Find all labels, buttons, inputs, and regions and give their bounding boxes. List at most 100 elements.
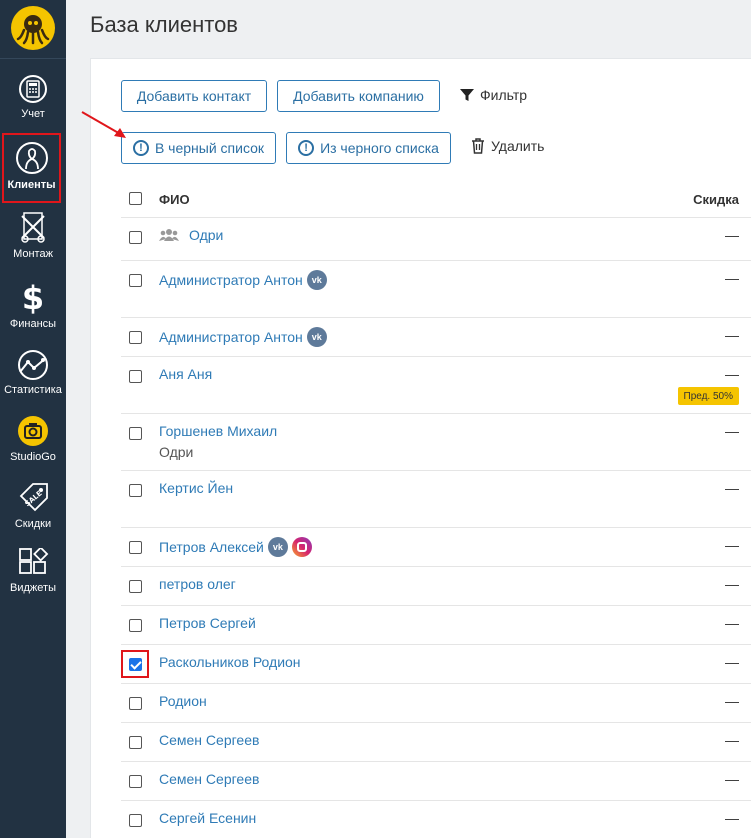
- sidebar-item-label: Виджеты: [10, 582, 56, 594]
- octopus-logo-icon[interactable]: [11, 6, 55, 50]
- row-checkbox[interactable]: [129, 814, 142, 827]
- client-name-link[interactable]: Петров Алексей vk: [159, 537, 312, 557]
- discount-value: —: [725, 810, 739, 826]
- table-row[interactable]: петров олег —: [121, 567, 751, 606]
- sidebar-item-label: Скидки: [14, 518, 52, 530]
- delete-button[interactable]: Удалить: [471, 138, 544, 154]
- row-checkbox[interactable]: [129, 736, 142, 749]
- row-checkbox[interactable]: [129, 274, 142, 287]
- row-checkbox[interactable]: [129, 775, 142, 788]
- sidebar-item-label: Финансы: [9, 318, 57, 330]
- row-checkbox[interactable]: [129, 580, 142, 593]
- discount-value: —: [725, 227, 739, 243]
- table-row[interactable]: Семен Сергеев —: [121, 762, 751, 801]
- sidebar-item-label: Клиенты: [7, 179, 56, 191]
- row-checkbox[interactable]: [129, 484, 142, 497]
- sidebar-item-widgets[interactable]: Виджеты: [0, 548, 66, 594]
- table-header: ФИО Скидка: [121, 182, 751, 218]
- row-checkbox[interactable]: [129, 427, 142, 440]
- table-row[interactable]: Одри —: [121, 218, 751, 261]
- sale-tag-icon: SALE: [19, 483, 48, 512]
- client-name: Аня Аня: [159, 366, 213, 382]
- client-name-link[interactable]: Семен Сергеев: [159, 732, 259, 748]
- discount-value: —: [725, 537, 739, 553]
- vk-icon[interactable]: vk: [306, 327, 327, 347]
- sidebar-item-montage[interactable]: Монтаж: [0, 210, 66, 260]
- client-name-link[interactable]: Одри: [159, 227, 223, 243]
- sidebar: Учет Клиенты Монтаж $ Финансы Статистика…: [0, 0, 66, 838]
- row-checkbox[interactable]: [129, 331, 142, 344]
- table-row[interactable]: Аня Аня — Пред. 50%: [121, 357, 751, 414]
- client-icon: [15, 142, 48, 174]
- table-row[interactable]: Горшенев Михаил Одри —: [121, 414, 751, 471]
- instagram-icon[interactable]: [291, 537, 312, 557]
- sidebar-divider: [0, 58, 66, 59]
- filter-label: Фильтр: [480, 87, 528, 103]
- client-name-link[interactable]: Раскольников Родион: [159, 654, 301, 670]
- discount-value: —: [725, 423, 739, 439]
- sidebar-item-discounts[interactable]: SALE Скидки: [0, 482, 66, 530]
- table-row[interactable]: Администратор Антон vk —: [121, 261, 751, 318]
- filter-button[interactable]: Фильтр: [460, 87, 527, 103]
- table-row[interactable]: Семен Сергеев —: [121, 723, 751, 762]
- sidebar-item-accounting[interactable]: Учет: [0, 74, 66, 120]
- add-contact-button[interactable]: Добавить контакт: [121, 80, 267, 112]
- row-checkbox[interactable]: [129, 697, 142, 710]
- group-icon: [159, 229, 179, 241]
- table-row[interactable]: Петров Алексей vk —: [121, 528, 751, 567]
- sidebar-item-finance[interactable]: $ Финансы: [0, 280, 66, 330]
- discount-value: —: [725, 366, 739, 382]
- client-name-link[interactable]: Администратор Антон vk: [159, 270, 327, 290]
- select-all-checkbox[interactable]: [129, 192, 142, 205]
- sidebar-item-studiogo[interactable]: StudioGo: [0, 415, 66, 463]
- client-name-link[interactable]: Петров Сергей: [159, 615, 256, 631]
- row-checkbox[interactable]: [129, 231, 142, 244]
- client-name: Родион: [159, 693, 207, 709]
- vk-icon[interactable]: vk: [267, 537, 288, 557]
- delete-label: Удалить: [491, 138, 545, 154]
- discount-value: —: [725, 732, 739, 748]
- row-checkbox[interactable]: [129, 370, 142, 383]
- table-row[interactable]: Родион —: [121, 684, 751, 723]
- client-name-link[interactable]: Аня Аня: [159, 366, 212, 382]
- table-row[interactable]: Петров Сергей —: [121, 606, 751, 645]
- sidebar-item-clients[interactable]: Клиенты: [2, 133, 61, 203]
- client-name-link[interactable]: Администратор Антон vk: [159, 327, 327, 347]
- column-header-discount: Скидка: [693, 192, 739, 207]
- sidebar-item-statistics[interactable]: Статистика: [0, 350, 66, 396]
- trash-icon: [472, 138, 484, 154]
- discount-value: —: [725, 576, 739, 592]
- to-blacklist-button[interactable]: ! В черный список: [121, 132, 276, 164]
- client-name: Горшенев Михаил: [159, 423, 278, 439]
- table-row[interactable]: Кертис Йен —: [121, 471, 751, 528]
- add-company-button[interactable]: Добавить компанию: [277, 80, 440, 112]
- client-name: Кертис Йен: [159, 480, 234, 496]
- table-row[interactable]: Сергей Есенин —: [121, 801, 751, 838]
- table-row[interactable]: Администратор Антон vk —: [121, 318, 751, 357]
- widgets-icon: [19, 548, 49, 574]
- client-name-link[interactable]: Родион: [159, 693, 207, 709]
- row-checkbox[interactable]: [129, 541, 142, 554]
- alert-circle-icon: !: [298, 140, 315, 156]
- discount-value: —: [725, 654, 739, 670]
- svg-text:$: $: [22, 280, 44, 314]
- annotation-arrow-icon: [81, 111, 126, 138]
- row-checkbox[interactable]: [129, 619, 142, 632]
- client-name: Петров Сергей: [159, 615, 256, 631]
- checkbox-highlight: [121, 650, 149, 678]
- discount-badge: Пред. 50%: [677, 387, 739, 405]
- table-row[interactable]: Раскольников Родион —: [121, 645, 751, 684]
- client-name-link[interactable]: Семен Сергеев: [159, 771, 259, 787]
- discount-value: —: [725, 270, 739, 286]
- client-name-link[interactable]: Кертис Йен: [159, 480, 233, 496]
- sidebar-item-label: Статистика: [4, 384, 62, 396]
- client-name: Администратор Антон: [159, 329, 303, 345]
- vk-icon[interactable]: vk: [306, 270, 327, 290]
- from-blacklist-button[interactable]: ! Из черного списка: [286, 132, 451, 164]
- client-name-link[interactable]: Сергей Есенин: [159, 810, 256, 826]
- client-name-link[interactable]: петров олег: [159, 576, 236, 592]
- chart-line-icon: [18, 350, 48, 380]
- client-name: Одри: [189, 227, 224, 243]
- client-name-link[interactable]: Горшенев Михаил: [159, 423, 277, 439]
- client-name: Петров Алексей: [159, 539, 264, 555]
